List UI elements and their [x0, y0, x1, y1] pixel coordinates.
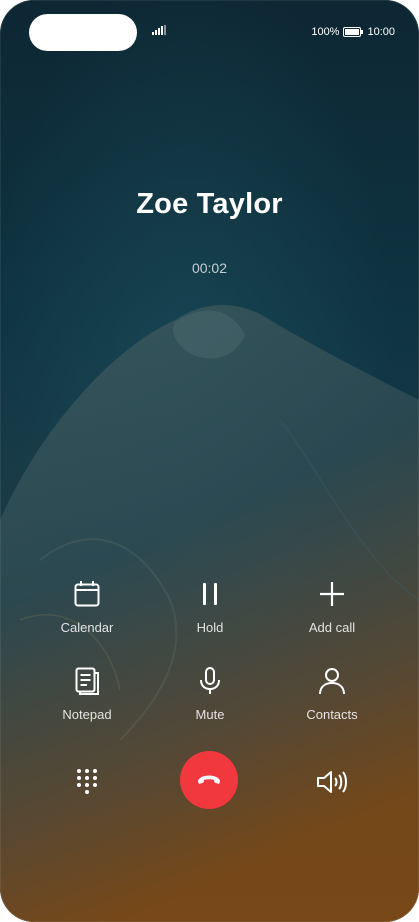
pause-icon [203, 583, 217, 605]
call-timer: 00:02 [191, 260, 228, 276]
phone-screen: 100% 10:00 Zoe Taylor 00:02 Calendar Hol… [0, 0, 419, 922]
end-call-icon [198, 775, 220, 784]
signal-icon [152, 25, 166, 35]
end-call-button[interactable] [180, 751, 238, 809]
mute-button[interactable]: Mute [160, 665, 260, 725]
hold-label: Hold [196, 620, 224, 635]
dialpad-icon[interactable] [76, 768, 98, 794]
plus-icon [320, 582, 344, 606]
microphone-icon [200, 667, 220, 694]
hold-button[interactable]: Hold [160, 578, 260, 638]
status-bar-right: 100% 10:00 [311, 24, 395, 40]
contacts-label: Contacts [306, 707, 358, 722]
battery-icon [343, 27, 364, 37]
calendar-icon [74, 581, 100, 607]
calendar-button[interactable]: Calendar [37, 578, 137, 638]
add-call-button[interactable]: Add call [282, 578, 382, 638]
add-call-label: Add call [308, 620, 356, 635]
clock: 10:00 [367, 26, 395, 38]
camera-cutout [29, 14, 137, 51]
notepad-icon [75, 667, 99, 695]
notepad-button[interactable]: Notepad [37, 665, 137, 725]
mute-label: Mute [195, 707, 225, 722]
person-icon [319, 668, 345, 695]
calendar-label: Calendar [60, 620, 114, 635]
contacts-button[interactable]: Contacts [282, 665, 382, 725]
battery-percent: 100% [311, 26, 340, 38]
notepad-label: Notepad [62, 707, 112, 722]
speaker-icon[interactable] [316, 769, 348, 795]
caller-name: Zoe Taylor [136, 188, 283, 220]
